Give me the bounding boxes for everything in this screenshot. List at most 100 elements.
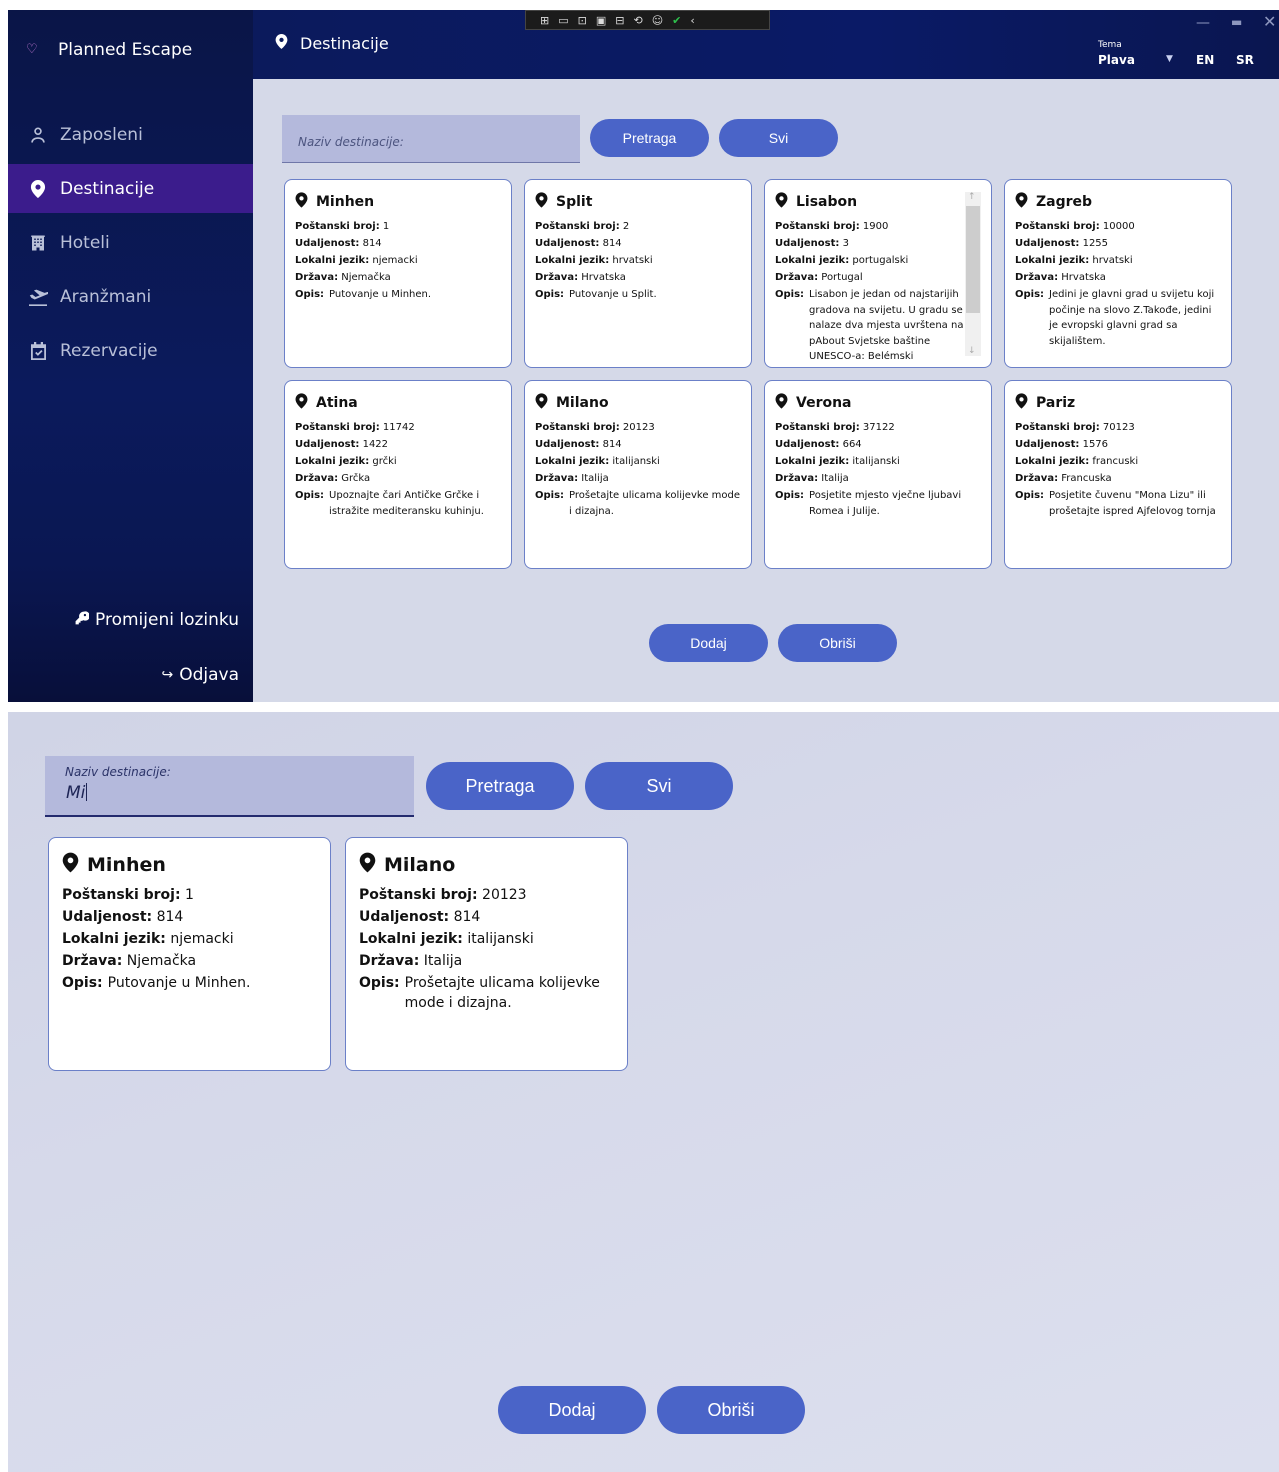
- distance-value: 1576: [1082, 439, 1109, 450]
- live-tree-icon[interactable]: ⊞: [540, 14, 549, 27]
- sidebar-nav: Zaposleni Destinacije Hoteli Aranžmani R…: [8, 110, 253, 380]
- language-value: italijanski: [852, 456, 900, 467]
- lang-sr-button[interactable]: SR: [1236, 53, 1254, 67]
- postal-label: Poštanski broj:: [62, 887, 181, 903]
- sidebar-item-rezervacije[interactable]: Rezervacije: [8, 326, 253, 375]
- country-value: Hrvatska: [581, 272, 626, 283]
- sidebar-item-hoteli[interactable]: Hoteli: [8, 218, 253, 267]
- language-label: Lokalni jezik:: [535, 456, 610, 467]
- collapse-chevron-icon[interactable]: ‹: [690, 14, 694, 27]
- logout-button[interactable]: ↪ Odjava: [161, 665, 239, 685]
- layout-adorner-icon[interactable]: ▣: [596, 14, 606, 27]
- destination-name: Zagreb: [1036, 194, 1093, 210]
- description-label: Opis:: [535, 490, 565, 501]
- sidebar-item-destinacije[interactable]: Destinacije: [8, 164, 253, 213]
- description-row: Opis: Lisabon je jedan od najstarijih gra…: [775, 287, 981, 365]
- country-row: Država: Italija: [535, 470, 741, 487]
- distance-row: Udaljenost: 1576: [1015, 436, 1221, 453]
- card-scrollbar[interactable]: ↑ ↓: [965, 192, 981, 356]
- description-label: Opis:: [1015, 289, 1045, 300]
- search-input[interactable]: Naziv destinacije:: [282, 115, 580, 163]
- language-label: Lokalni jezik:: [775, 456, 850, 467]
- show-all-button[interactable]: Svi: [585, 762, 733, 810]
- description-value: Putovanje u Split.: [569, 289, 657, 300]
- close-icon[interactable]: ✕: [1263, 12, 1276, 31]
- country-row: Država: Italija: [775, 470, 981, 487]
- search-input[interactable]: Naziv destinacije: Mi: [45, 756, 414, 817]
- heart-globe-logo-icon: ♡: [26, 42, 38, 57]
- search-button[interactable]: Pretraga: [426, 762, 574, 810]
- destination-card-zagreb[interactable]: Zagreb Poštanski broj: 10000 Udaljenost:…: [1004, 179, 1232, 368]
- language-value: njemacki: [170, 931, 234, 947]
- postal-label: Poštanski broj:: [295, 221, 380, 232]
- language-row: Lokalni jezik: hrvatski: [1015, 252, 1221, 269]
- sidebar-item-label: Destinacije: [60, 178, 155, 199]
- search-button[interactable]: Pretraga: [590, 119, 709, 157]
- add-button[interactable]: Dodaj: [498, 1386, 646, 1434]
- delete-button[interactable]: Obriši: [778, 624, 897, 662]
- description-row: Opis: Putovanje u Minhen.: [62, 973, 318, 993]
- destination-card-verona[interactable]: Verona Poštanski broj: 37122 Udaljenost:…: [764, 380, 992, 569]
- arrow-down-icon[interactable]: ↓: [968, 346, 976, 356]
- distance-value: 3: [842, 238, 849, 249]
- country-label: Država:: [775, 473, 819, 484]
- destination-card-minhen[interactable]: Minhen Poštanski broj: 1 Udaljenost: 814…: [48, 837, 331, 1071]
- description-row: Opis: Posjetite čuvenu "Mona Lizu" ili pr…: [1015, 488, 1221, 519]
- user-icon: [28, 126, 48, 144]
- postal-row: Poštanski broj: 1900: [775, 218, 981, 235]
- lang-en-button[interactable]: EN: [1196, 53, 1214, 67]
- maximize-icon[interactable]: ▬: [1231, 15, 1242, 29]
- card-title: Lisabon: [775, 192, 981, 212]
- country-label: Država:: [62, 953, 123, 969]
- postal-label: Poštanski broj:: [295, 422, 380, 433]
- video-icon[interactable]: ▭: [558, 14, 568, 27]
- hot-reload-icon[interactable]: ⟲: [633, 14, 642, 27]
- language-label: Lokalni jezik:: [1015, 255, 1090, 266]
- theme-select[interactable]: Plava: [1098, 53, 1135, 67]
- description-value: Posjetite mjesto vječne ljubavi Romea i …: [809, 490, 962, 517]
- destination-card-minhen[interactable]: Minhen Poštanski broj: 1 Udaljenost: 814…: [284, 179, 512, 368]
- arrow-up-icon[interactable]: ↑: [968, 192, 976, 202]
- track-focus-icon[interactable]: ⊟: [615, 14, 624, 27]
- distance-label: Udaljenost:: [1015, 439, 1080, 450]
- country-value: Njemačka: [126, 953, 197, 969]
- language-label: Lokalni jezik:: [535, 255, 610, 266]
- chevron-down-icon[interactable]: ▼: [1166, 54, 1173, 64]
- destination-card-pariz[interactable]: Pariz Poštanski broj: 70123 Udaljenost: …: [1004, 380, 1232, 569]
- card-title: Split: [535, 192, 741, 212]
- card-title: Pariz: [1015, 393, 1221, 413]
- postal-row: Poštanski broj: 1: [62, 884, 318, 906]
- scrollbar-thumb[interactable]: [966, 206, 980, 313]
- destination-card-milano[interactable]: Milano Poštanski broj: 20123 Udaljenost:…: [345, 837, 628, 1071]
- language-row: Lokalni jezik: grčki: [295, 453, 501, 470]
- select-element-icon[interactable]: ⊡: [578, 14, 587, 27]
- destination-card-atina[interactable]: Atina Poštanski broj: 11742 Udaljenost: …: [284, 380, 512, 569]
- delete-button[interactable]: Obriši: [657, 1386, 805, 1434]
- add-button[interactable]: Dodaj: [649, 624, 768, 662]
- postal-value: 1: [185, 887, 194, 903]
- country-label: Država:: [295, 272, 339, 283]
- distance-label: Udaljenost:: [295, 439, 360, 450]
- language-label: Lokalni jezik:: [295, 456, 370, 467]
- country-row: Država: Njemačka: [62, 950, 318, 972]
- minimize-icon[interactable]: —: [1196, 15, 1210, 31]
- country-row: Država: Italija: [359, 950, 615, 972]
- distance-row: Udaljenost: 814: [62, 906, 318, 928]
- sidebar-item-zaposleni[interactable]: Zaposleni: [8, 110, 253, 159]
- destination-card-milano[interactable]: Milano Poštanski broj: 20123 Udaljenost:…: [524, 380, 752, 569]
- card-title: Milano: [535, 393, 741, 413]
- distance-row: Udaljenost: 814: [295, 235, 501, 252]
- show-all-button[interactable]: Svi: [719, 119, 838, 157]
- sidebar-item-aranzmani[interactable]: Aranžmani: [8, 272, 253, 321]
- accessibility-icon[interactable]: ☺: [652, 14, 663, 27]
- description-label: Opis:: [775, 289, 805, 300]
- main-window: ♡ Planned Escape Zaposleni Destinacije H…: [8, 10, 1279, 702]
- card-title: Minhen: [295, 192, 501, 212]
- sidebar-item-label: Rezervacije: [60, 340, 158, 361]
- language-row: Lokalni jezik: italijanski: [775, 453, 981, 470]
- destination-card-split[interactable]: Split Poštanski broj: 2 Udaljenost: 814 …: [524, 179, 752, 368]
- destination-name: Milano: [556, 395, 609, 411]
- destination-card-lisabon[interactable]: Lisabon Poštanski broj: 1900 Udaljenost:…: [764, 179, 992, 368]
- change-password-button[interactable]: Promijeni lozinku: [75, 610, 239, 630]
- destination-name: Verona: [796, 395, 852, 411]
